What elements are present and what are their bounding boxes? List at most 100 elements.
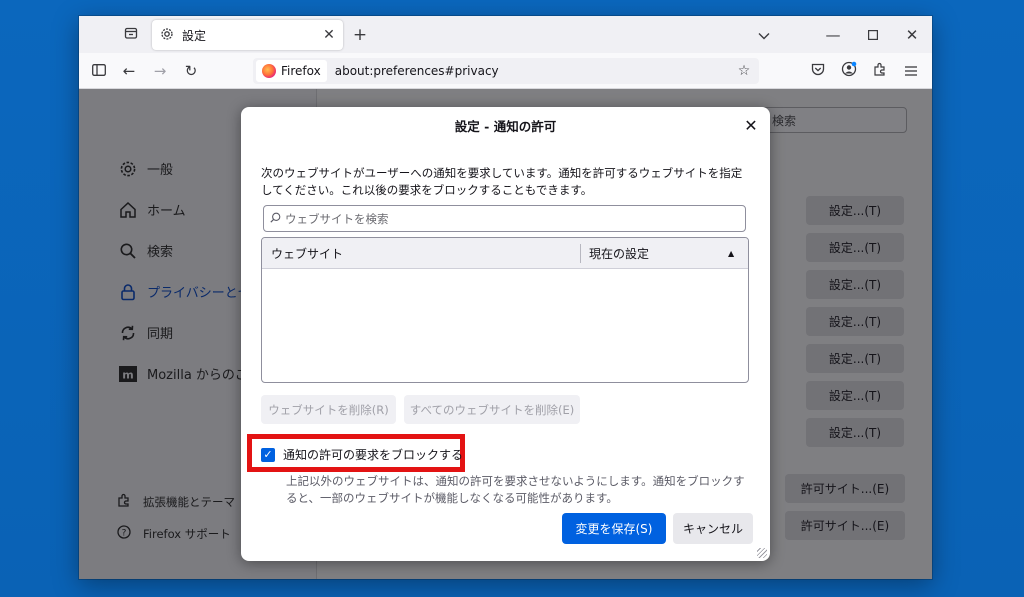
remove-all-websites-button[interactable]: すべてのウェブサイトを削除(E) bbox=[404, 395, 580, 424]
puzzle-icon bbox=[117, 493, 135, 511]
firefox-view-button[interactable] bbox=[119, 24, 143, 46]
remove-website-button[interactable]: ウェブサイトを削除(R) bbox=[261, 395, 396, 424]
settings-button[interactable]: 設定...(T) bbox=[806, 233, 904, 262]
home-icon bbox=[117, 201, 139, 219]
website-search-placeholder: ウェブサイトを検索 bbox=[285, 211, 389, 226]
sidebar-item-home[interactable]: ホーム bbox=[117, 200, 186, 219]
settings-button[interactable]: 設定...(T) bbox=[806, 270, 904, 299]
forward-button[interactable]: → bbox=[148, 60, 172, 82]
url-text[interactable]: about:preferences#privacy bbox=[335, 64, 733, 78]
arrow-right-icon: → bbox=[153, 62, 167, 80]
block-requests-checkbox[interactable]: ✓ 通知の許可の要求をブロックする bbox=[261, 446, 463, 463]
website-permissions-table[interactable]: ウェブサイト 現在の設定 ▲ bbox=[261, 237, 749, 383]
arrow-left-icon: ← bbox=[122, 62, 136, 80]
save-changes-label: 変更を保存(S) bbox=[575, 522, 653, 536]
minimize-icon: — bbox=[825, 26, 841, 44]
identity-label: Firefox bbox=[281, 64, 321, 78]
settings-button-label: 設定...(T) bbox=[828, 278, 882, 292]
sidebar-icon bbox=[92, 62, 106, 80]
settings-button-label: 設定...(T) bbox=[828, 426, 882, 440]
tab-strip: 設定 ✕ + — ✕ bbox=[79, 16, 932, 53]
checkbox-checked-icon[interactable]: ✓ bbox=[261, 447, 275, 462]
sidebar-item-general[interactable]: 一般 bbox=[117, 159, 173, 178]
new-tab-button[interactable]: + bbox=[348, 24, 372, 46]
table-header: ウェブサイト 現在の設定 ▲ bbox=[262, 238, 748, 269]
pocket-button[interactable] bbox=[806, 60, 830, 82]
url-bar[interactable]: Firefox about:preferences#privacy ☆ bbox=[253, 58, 759, 84]
sidebar-item-label: ホーム bbox=[147, 204, 186, 219]
settings-button[interactable]: 設定...(T) bbox=[806, 344, 904, 373]
notification-permissions-dialog: 設定 - 通知の許可 ✕ 次のウェブサイトがユーザーへの通知を要求しています。通… bbox=[241, 107, 770, 561]
column-header-status[interactable]: 現在の設定 bbox=[589, 238, 649, 269]
sidebar-item-sync[interactable]: 同期 bbox=[117, 323, 173, 342]
maximize-button[interactable] bbox=[860, 24, 886, 46]
tab-settings[interactable]: 設定 ✕ bbox=[152, 20, 343, 50]
extensions-button[interactable] bbox=[868, 60, 892, 82]
exceptions-button[interactable]: 許可サイト...(E) bbox=[785, 474, 905, 503]
remove-website-label: ウェブサイトを削除(R) bbox=[268, 402, 389, 417]
dialog-close-button[interactable]: ✕ bbox=[740, 114, 762, 136]
search-icon bbox=[117, 242, 139, 260]
identity-box[interactable]: Firefox bbox=[256, 60, 327, 82]
sidebar-item-label: Mozilla からのご bbox=[147, 368, 248, 383]
settings-button[interactable]: 設定...(T) bbox=[806, 196, 904, 225]
sidebar-item-label: 検索 bbox=[147, 245, 174, 260]
plus-icon: + bbox=[352, 25, 368, 45]
settings-button[interactable]: 設定...(T) bbox=[806, 381, 904, 410]
pocket-icon bbox=[811, 62, 825, 80]
reload-button[interactable]: ↻ bbox=[179, 60, 203, 82]
settings-button-label: 設定...(T) bbox=[828, 204, 882, 218]
resize-grip[interactable] bbox=[757, 548, 767, 558]
exceptions-button-label: 許可サイト...(E) bbox=[800, 482, 890, 496]
settings-button[interactable]: 設定...(T) bbox=[806, 307, 904, 336]
mozilla-icon: m bbox=[117, 365, 139, 383]
list-all-tabs-button[interactable] bbox=[751, 24, 777, 46]
close-icon: ✕ bbox=[905, 26, 919, 44]
app-menu-button[interactable] bbox=[899, 60, 923, 82]
nav-bar: ← → ↻ Firefox about:preferences#privacy … bbox=[79, 53, 932, 89]
hamburger-icon bbox=[905, 62, 917, 80]
exceptions-button[interactable]: 許可サイト...(E) bbox=[785, 511, 905, 540]
account-icon bbox=[841, 61, 857, 81]
puzzle-icon bbox=[873, 62, 887, 80]
settings-button-label: 設定...(T) bbox=[828, 352, 882, 366]
firefox-view-icon bbox=[124, 26, 138, 44]
firefox-support-link[interactable]: ? Firefox サポート bbox=[117, 525, 231, 543]
settings-button-label: 設定...(T) bbox=[828, 241, 882, 255]
cancel-button[interactable]: キャンセル bbox=[673, 513, 753, 544]
settings-button-label: 設定...(T) bbox=[828, 315, 882, 329]
column-divider bbox=[580, 244, 581, 263]
tab-close-button[interactable]: ✕ bbox=[319, 25, 339, 45]
svg-text:?: ? bbox=[122, 529, 127, 539]
block-requests-label: 通知の許可の要求をブロックする bbox=[283, 448, 464, 462]
find-placeholder: 検索 bbox=[772, 113, 797, 128]
minimize-button[interactable]: — bbox=[820, 24, 846, 46]
gear-icon bbox=[160, 26, 174, 45]
sidebar-item-mozilla[interactable]: m Mozilla からのご bbox=[117, 364, 248, 383]
svg-text:m: m bbox=[122, 368, 133, 381]
account-button[interactable] bbox=[837, 60, 861, 82]
chevron-down-icon bbox=[758, 26, 770, 44]
extensions-themes-label: 拡張機能とテーマ bbox=[143, 495, 235, 509]
settings-button-label: 設定...(T) bbox=[828, 389, 882, 403]
sidebar-item-label: 同期 bbox=[147, 327, 174, 342]
sort-ascending-icon: ▲ bbox=[728, 249, 735, 258]
sidebar-toggle-button[interactable] bbox=[87, 60, 111, 82]
search-icon bbox=[270, 212, 281, 226]
sidebar-item-search[interactable]: 検索 bbox=[117, 241, 173, 260]
firefox-support-label: Firefox サポート bbox=[143, 527, 231, 541]
gear-icon bbox=[117, 160, 139, 178]
save-changes-button[interactable]: 変更を保存(S) bbox=[562, 513, 666, 544]
website-search-input[interactable]: ウェブサイトを検索 bbox=[263, 205, 746, 232]
tab-title: 設定 bbox=[182, 28, 207, 43]
extensions-themes-link[interactable]: 拡張機能とテーマ bbox=[117, 493, 235, 511]
bookmark-button[interactable]: ☆ bbox=[733, 60, 755, 82]
window-close-button[interactable]: ✕ bbox=[899, 24, 925, 46]
firefox-logo-icon bbox=[262, 64, 276, 78]
remove-all-websites-label: すべてのウェブサイトを削除(E) bbox=[409, 402, 575, 417]
maximize-icon bbox=[868, 26, 879, 44]
settings-button[interactable]: 設定...(T) bbox=[806, 418, 904, 447]
star-icon: ☆ bbox=[737, 63, 751, 79]
column-header-website[interactable]: ウェブサイト bbox=[271, 238, 343, 269]
back-button[interactable]: ← bbox=[117, 60, 141, 82]
